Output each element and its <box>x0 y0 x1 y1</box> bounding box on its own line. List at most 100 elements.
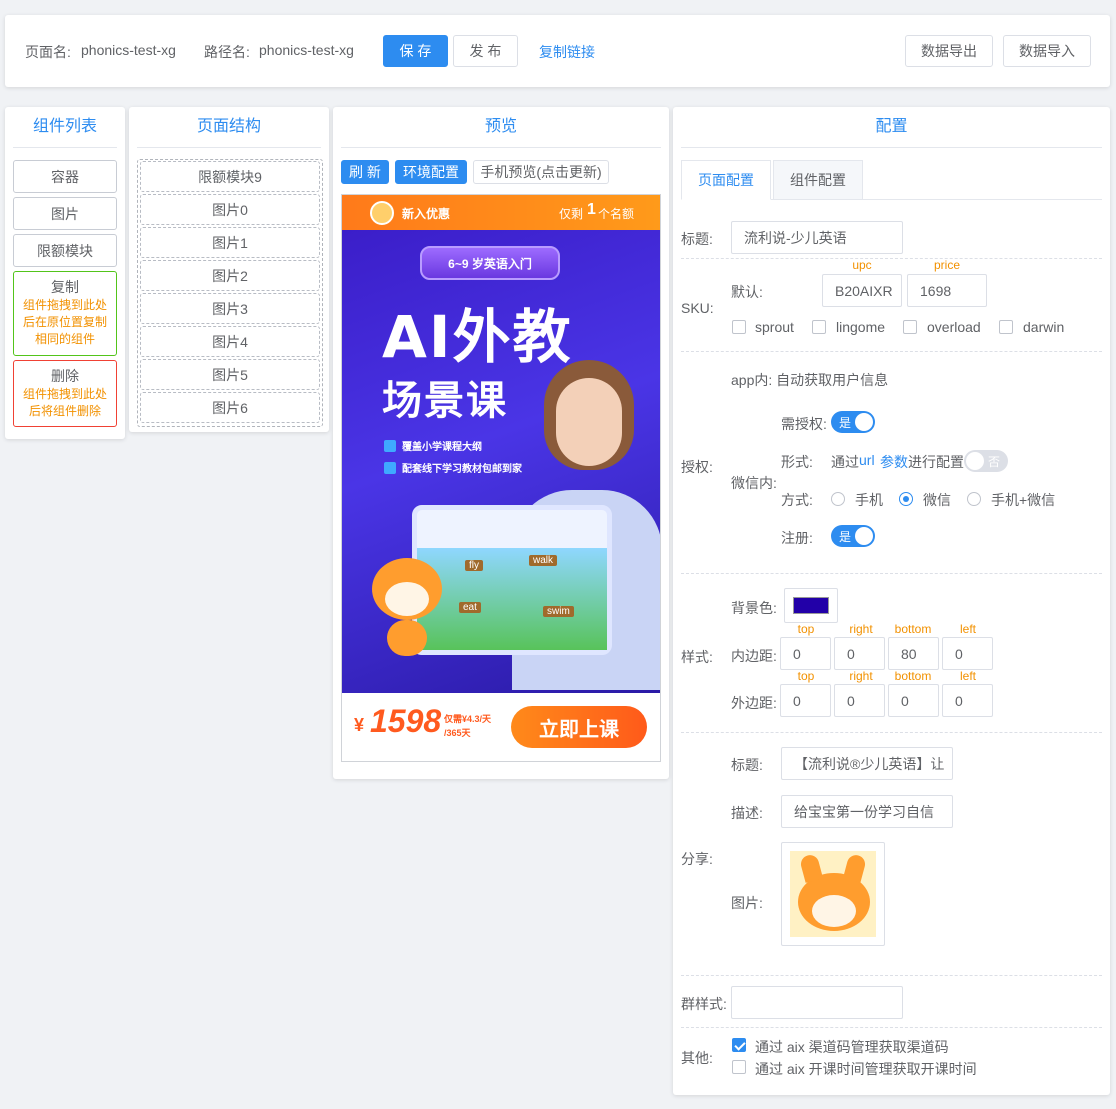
check-icon <box>384 462 396 474</box>
method-option-label: 手机+微信 <box>991 492 1056 508</box>
padding-top-label: top <box>797 622 815 636</box>
margin-right-label: right <box>849 669 873 683</box>
structure-item-image[interactable]: 图片3 <box>140 293 320 324</box>
tab-page-config[interactable]: 页面配置 <box>681 160 771 200</box>
structure-item-image[interactable]: 图片5 <box>140 359 320 390</box>
price-symbol: ¥ <box>354 715 365 735</box>
padding-left-input[interactable]: 0 <box>942 637 993 670</box>
group-style-label: 群样式: <box>681 996 727 1012</box>
form-param-link[interactable]: 参数 <box>880 452 908 472</box>
word-walk: walk <box>529 555 558 566</box>
copy-drop-zone[interactable]: 复制 组件拖拽到此处后在原位置复制相同的组件 <box>13 271 117 356</box>
share-title-label: 标题: <box>731 757 763 773</box>
component-image[interactable]: 图片 <box>13 197 117 230</box>
divider <box>681 732 1102 733</box>
import-data-button[interactable]: 数据导入 <box>1003 35 1091 67</box>
publish-button[interactable]: 发 布 <box>453 35 518 67</box>
switch-text: 否 <box>987 455 1000 469</box>
form-text-post: 进行配置 <box>908 454 964 470</box>
sku-option-checkbox[interactable] <box>903 320 917 334</box>
padding-bottom-label: bottom <box>894 622 932 636</box>
structure-item-image[interactable]: 图片1 <box>140 227 320 258</box>
structure-item-quota-module[interactable]: 限额模块9 <box>140 161 320 192</box>
divider <box>681 1027 1102 1028</box>
form-url-link[interactable]: url <box>859 452 875 468</box>
component-quota-module[interactable]: 限额模块 <box>13 234 117 267</box>
bg-color-picker[interactable] <box>784 588 838 623</box>
headline-scene: 场景课 <box>382 378 508 424</box>
margin-label: 外边距: <box>731 695 777 711</box>
method-radio-wechat[interactable] <box>899 492 913 506</box>
check-icon <box>384 440 396 452</box>
new-user-badge: 新入优惠 <box>402 207 451 221</box>
page-title-input[interactable]: 流利说-少儿英语 <box>731 221 903 254</box>
preview-frame: 新入优惠 仅剩 1 个名额 6~9 岁英语入门 AI外教 场景课 覆盖小学课程大… <box>341 194 661 762</box>
sku-option-label: sprout <box>755 319 794 335</box>
upc-label: upc <box>852 258 872 272</box>
remain-prefix: 仅剩 <box>559 207 584 221</box>
divider <box>341 147 661 148</box>
price-input[interactable]: 1698 <box>907 274 987 307</box>
price-note-2: /365天 <box>444 728 471 738</box>
delete-drop-zone[interactable]: 删除 组件拖拽到此处后将组件删除 <box>13 360 117 427</box>
margin-top-label: top <box>797 669 815 683</box>
sku-option-checkbox[interactable] <box>732 320 746 334</box>
margin-bottom-label: bottom <box>894 669 932 683</box>
padding-top-input[interactable]: 0 <box>780 637 831 670</box>
bg-color-label: 背景色: <box>731 600 777 616</box>
divider <box>13 147 117 148</box>
price-value: 1598 <box>370 703 442 739</box>
group-style-input[interactable] <box>731 986 903 1019</box>
method-option-label: 手机 <box>855 492 883 508</box>
component-container[interactable]: 容器 <box>13 160 117 193</box>
remain-count: 1 <box>587 201 596 218</box>
form-switch[interactable]: 否 <box>964 450 1008 472</box>
share-desc-label: 描述: <box>731 805 763 821</box>
tab-component-config[interactable]: 组件配置 <box>773 160 863 200</box>
page-structure-panel: 页面结构 限额模块9 图片0 图片1 图片2 图片3 图片4 图片5 图片6 <box>129 107 329 432</box>
form-label: 形式: <box>781 454 813 470</box>
switch-knob <box>855 413 873 431</box>
structure-item-image[interactable]: 图片6 <box>140 392 320 423</box>
sku-option-checkbox[interactable] <box>812 320 826 334</box>
share-title-input[interactable]: 【流利说®少儿英语】让 <box>781 747 953 780</box>
structure-tree: 限额模块9 图片0 图片1 图片2 图片3 图片4 图片5 图片6 <box>137 159 323 427</box>
refresh-button[interactable]: 刷 新 <box>341 160 389 184</box>
margin-right-input[interactable]: 0 <box>834 684 885 717</box>
padding-right-input[interactable]: 0 <box>834 637 885 670</box>
need-auth-switch[interactable]: 是 <box>831 411 875 433</box>
share-image-upload[interactable] <box>781 842 885 946</box>
aix-channel-label: 通过 aix 渠道码管理获取渠道码 <box>755 1039 949 1055</box>
start-class-button[interactable]: 立即上课 <box>511 706 647 748</box>
env-config-button[interactable]: 环境配置 <box>395 160 467 184</box>
export-data-button[interactable]: 数据导出 <box>905 35 993 67</box>
structure-item-image[interactable]: 图片0 <box>140 194 320 225</box>
structure-item-image[interactable]: 图片4 <box>140 326 320 357</box>
word-swim: swim <box>543 606 574 617</box>
share-desc-input[interactable]: 给宝宝第一份学习自信 <box>781 795 953 828</box>
age-tag-text: 6~9 岁英语入门 <box>448 256 532 271</box>
margin-top-input[interactable]: 0 <box>780 684 831 717</box>
method-radio-phone[interactable] <box>831 492 845 506</box>
save-button[interactable]: 保 存 <box>383 35 448 67</box>
path-name-label: 路径名: <box>204 44 250 60</box>
sku-option-checkbox[interactable] <box>999 320 1013 334</box>
mobile-preview-button[interactable]: 手机预览(点击更新) <box>473 160 609 184</box>
method-radio-phone-wechat[interactable] <box>967 492 981 506</box>
price-label: price <box>933 258 960 272</box>
register-switch[interactable]: 是 <box>831 525 875 547</box>
copy-link[interactable]: 复制链接 <box>539 42 595 62</box>
divider <box>681 975 1102 976</box>
aix-schedule-checkbox[interactable] <box>732 1060 746 1074</box>
margin-left-input[interactable]: 0 <box>942 684 993 717</box>
padding-bottom-input[interactable]: 80 <box>888 637 939 670</box>
page-name-value: phonics-test-xg <box>81 42 176 58</box>
switch-knob <box>855 527 873 545</box>
aix-channel-checkbox[interactable] <box>732 1038 746 1052</box>
upc-input[interactable]: B20AIXR <box>822 274 902 307</box>
promo-strip: 新入优惠 仅剩 1 个名额 <box>342 195 660 230</box>
margin-bottom-input[interactable]: 0 <box>888 684 939 717</box>
top-toolbar: 页面名: phonics-test-xg 路径名: phonics-test-x… <box>5 15 1110 87</box>
structure-item-image[interactable]: 图片2 <box>140 260 320 291</box>
app-auth-text: app内: 自动获取用户信息 <box>731 372 889 388</box>
